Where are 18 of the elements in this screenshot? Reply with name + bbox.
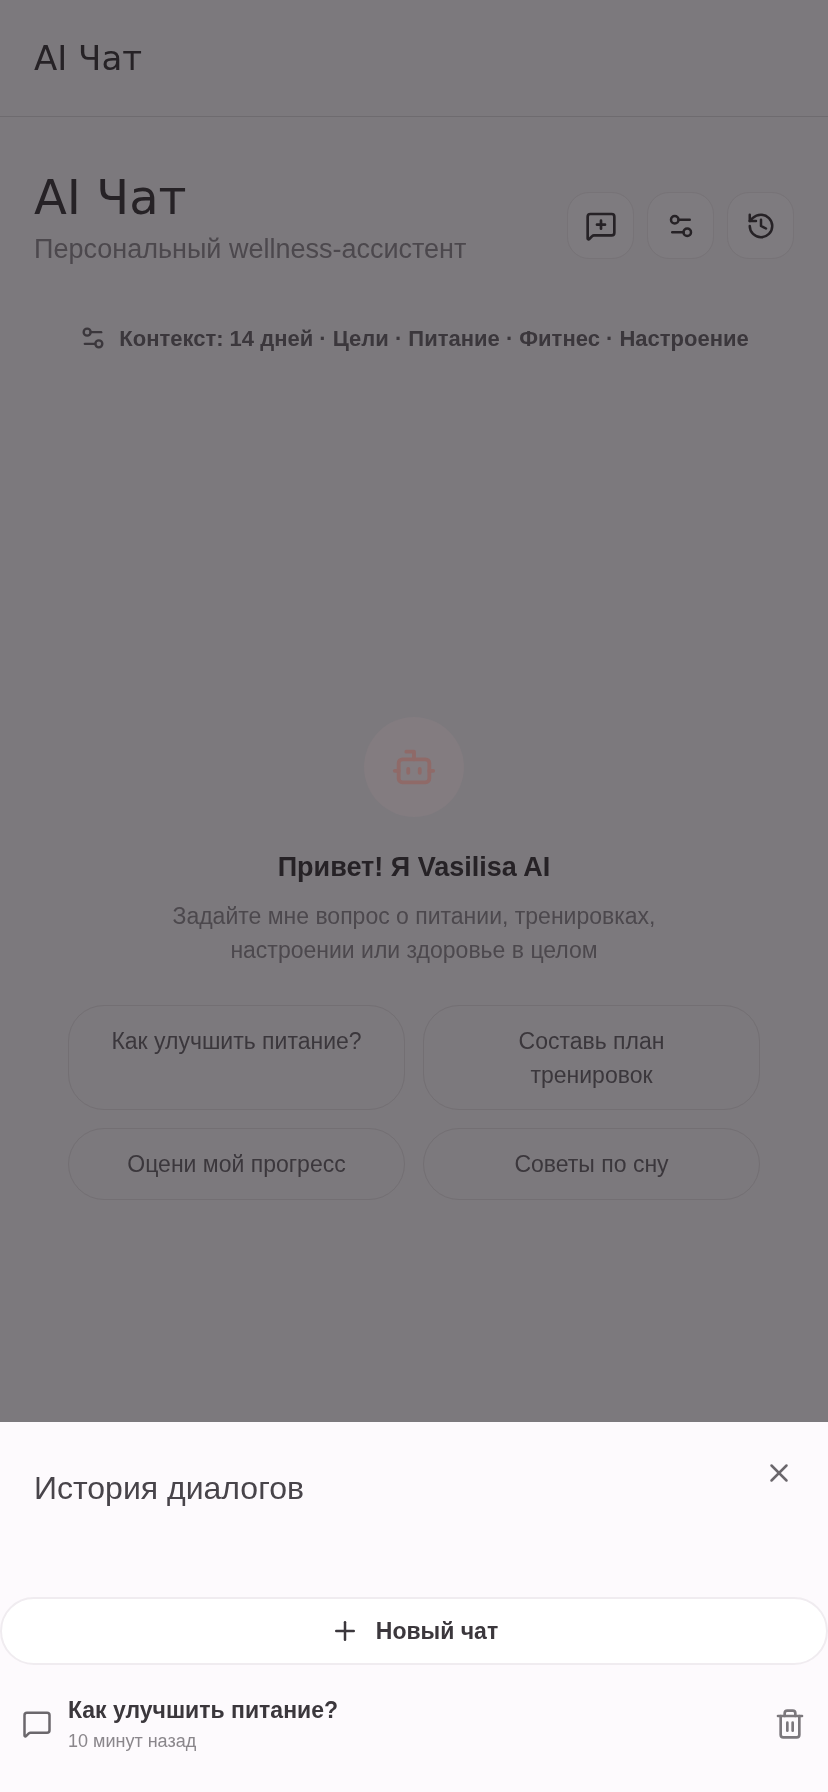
- suggestion-chip[interactable]: Как улучшить питание?: [68, 1005, 405, 1110]
- context-summary: Контекст: 14 дней · Цели · Питание · Фитнес · Настроение: [119, 324, 749, 353]
- history-icon-button[interactable]: [727, 192, 794, 259]
- new-chat-icon-button[interactable]: [567, 192, 634, 259]
- suggestion-chip[interactable]: Оцени мой прогресс: [68, 1128, 405, 1200]
- sheet-title: История диалогов: [34, 1469, 304, 1508]
- delete-button[interactable]: [774, 1707, 806, 1740]
- trash-icon: [774, 1707, 806, 1740]
- new-chat-button[interactable]: Новый чат: [0, 1597, 828, 1665]
- app-bar-title: AI Чат: [34, 36, 143, 80]
- history-item-title: Как улучшить питание?: [68, 1696, 339, 1725]
- history-item[interactable]: Как улучшить питание? 10 минут назад: [0, 1665, 828, 1755]
- page-title: AI Чат: [34, 169, 188, 225]
- welcome-title: Привет! Я Vasilisa AI: [277, 850, 551, 884]
- suggestion-chip[interactable]: Составь план тренировок: [423, 1005, 760, 1110]
- settings-icon-button[interactable]: [647, 192, 714, 259]
- suggestion-chip[interactable]: Советы по сну: [423, 1128, 760, 1200]
- history-item-time: 10 минут назад: [68, 1729, 198, 1753]
